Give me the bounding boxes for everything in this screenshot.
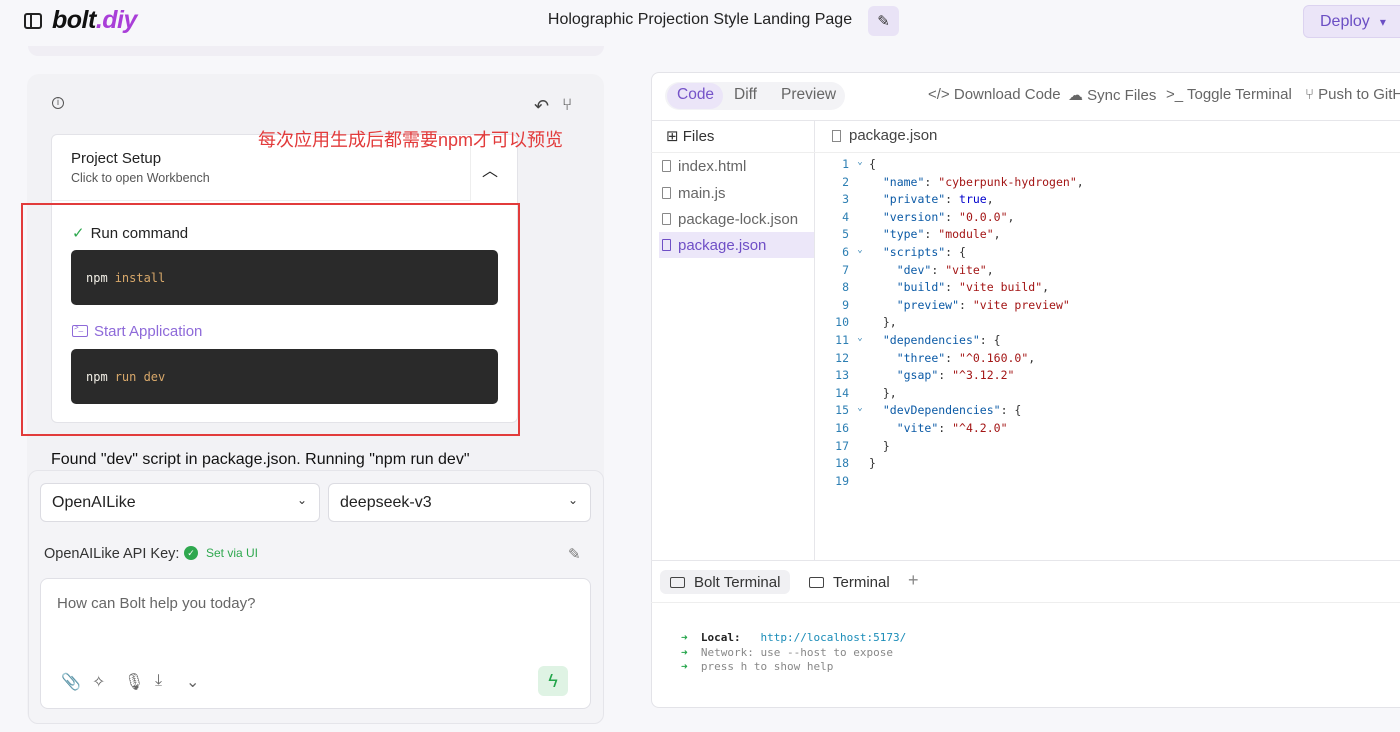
code-line: 10 },	[835, 315, 897, 330]
api-key-label: OpenAILike API Key:	[44, 546, 180, 562]
tab-bolt-terminal[interactable]: Bolt Terminal	[660, 570, 791, 594]
attach-icon[interactable]: 📎	[61, 672, 81, 692]
code-line: 5 "type": "module",	[842, 227, 1001, 242]
sync-files-button[interactable]: ☁ Sync Files	[1068, 86, 1156, 104]
undo-icon[interactable]: ↶	[534, 96, 549, 117]
code-line: 11 ⌄ "dependencies": {	[835, 333, 1001, 347]
lightning-icon: ϟ	[548, 670, 558, 691]
files-header: ⊞ Files	[666, 128, 715, 145]
download-code-button[interactable]: </> Download Code	[928, 86, 1061, 103]
terminal-line: ➜ Local: http://localhost:5173/	[681, 631, 907, 644]
code-line: 19	[835, 473, 849, 488]
code-line: 18}	[835, 456, 876, 471]
prompt-box	[40, 578, 591, 709]
terminal-line: ➜ press h to show help	[681, 660, 834, 673]
code-line: 2 "name": "cyberpunk-hydrogen",	[842, 174, 1084, 189]
code-line: 12 "three": "^0.160.0",	[835, 350, 1036, 365]
setup-subtitle: Click to open Workbench	[71, 171, 210, 185]
model-select[interactable]: deepseek-v3 ⌄	[328, 483, 591, 522]
code-line: 15 ⌄ "devDependencies": {	[835, 403, 1022, 418]
tab-terminal[interactable]: Terminal	[799, 570, 900, 594]
header-shadow	[28, 46, 604, 56]
chevron-down-icon: ▾	[1379, 14, 1386, 29]
code-line: 8 "build": "vite build",	[842, 280, 1050, 295]
code-line: 16 "vite": "^4.2.0"	[835, 421, 1008, 435]
logo[interactable]: bolt.diy	[52, 6, 137, 35]
file-icon	[662, 239, 671, 251]
code-line: 14 },	[835, 385, 897, 400]
app-header: bolt.diy Holographic Projection Style La…	[0, 0, 1400, 48]
pencil-icon: ✎	[877, 13, 890, 30]
terminal-line: ➜ Network: use --host to expose	[681, 646, 893, 659]
chevron-down-icon: ⌄	[296, 493, 307, 507]
open-file-tab[interactable]: package.json	[849, 127, 937, 144]
toggle-terminal-button[interactable]: >_ Toggle Terminal	[1166, 86, 1292, 103]
divider	[651, 602, 1400, 603]
file-icon	[662, 160, 671, 172]
edit-api-key-icon[interactable]: ✎	[568, 545, 581, 563]
api-key-status: ✓ Set via UI	[184, 546, 258, 560]
code-line: 3 "private": true,	[842, 192, 994, 207]
code-line: 1 ⌄{	[842, 157, 876, 171]
tab-code[interactable]: Code	[677, 86, 714, 104]
cloud-icon: ☁	[1068, 87, 1088, 104]
plus-icon[interactable]: +	[908, 570, 919, 591]
file-item-index-html[interactable]: index.html	[659, 153, 814, 179]
code-line: 17 }	[835, 438, 890, 453]
file-icon	[662, 213, 671, 225]
code-line: 6 ⌄ "scripts": {	[842, 245, 966, 259]
sparkle-icon[interactable]: ✧	[92, 672, 105, 692]
info-icon[interactable]: i	[52, 97, 64, 109]
terminal-icon	[670, 576, 685, 588]
provider-select[interactable]: OpenAILike ⌄	[40, 483, 320, 522]
annotation-highlight-box	[21, 203, 520, 436]
file-icon	[832, 130, 841, 142]
file-item-package-lock-json[interactable]: package-lock.json	[659, 206, 814, 232]
file-item-main-js[interactable]: main.js	[659, 180, 814, 206]
send-button[interactable]: ϟ	[538, 666, 568, 696]
check-circle-icon: ✓	[184, 546, 198, 560]
setup-title: Project Setup	[71, 150, 162, 167]
terminal-icon	[809, 576, 824, 588]
edit-title-button[interactable]: ✎	[868, 6, 899, 36]
code-line: 7 "dev": "vite",	[842, 262, 994, 277]
prompt-input[interactable]	[57, 595, 557, 612]
code-line: 13 "gsap": "^3.12.2"	[835, 368, 1015, 383]
chevron-down-icon[interactable]: ⌄	[186, 672, 199, 692]
file-item-package-json[interactable]: package.json	[659, 232, 814, 258]
sidebar-toggle-icon[interactable]	[24, 13, 42, 29]
file-tree-icon: ⊞	[666, 128, 683, 145]
terminal-icon: >_	[1166, 86, 1187, 103]
code-line: 4 "version": "0.0.0",	[842, 209, 1015, 224]
file-icon	[662, 187, 671, 199]
fork-icon[interactable]: ⑂	[562, 95, 572, 115]
tab-diff[interactable]: Diff	[734, 86, 757, 104]
git-branch-icon: ⑂	[1305, 86, 1319, 103]
deploy-label: Deploy	[1320, 12, 1370, 30]
microphone-icon[interactable]: 🎙	[124, 672, 144, 692]
deploy-button[interactable]: Deploy ▾	[1303, 5, 1400, 38]
import-icon[interactable]: ⤓	[155, 672, 162, 690]
project-title: Holographic Projection Style Landing Pag…	[547, 11, 853, 28]
code-icon: </>	[928, 86, 954, 103]
code-line: 9 "preview": "vite preview"	[842, 297, 1070, 312]
annotation-note: 每次应用生成后都需要npm才可以预览	[258, 130, 564, 150]
chevron-up-icon[interactable]: ︿	[482, 157, 498, 181]
tab-preview[interactable]: Preview	[781, 86, 836, 104]
assistant-message: Found "dev" script in package.json. Runn…	[51, 451, 470, 468]
project-title-row: Holographic Projection Style Landing Pag…	[0, 11, 1400, 29]
chevron-down-icon: ⌄	[567, 493, 578, 507]
push-to-github-button[interactable]: ⑂ Push to GitHub	[1305, 86, 1400, 103]
